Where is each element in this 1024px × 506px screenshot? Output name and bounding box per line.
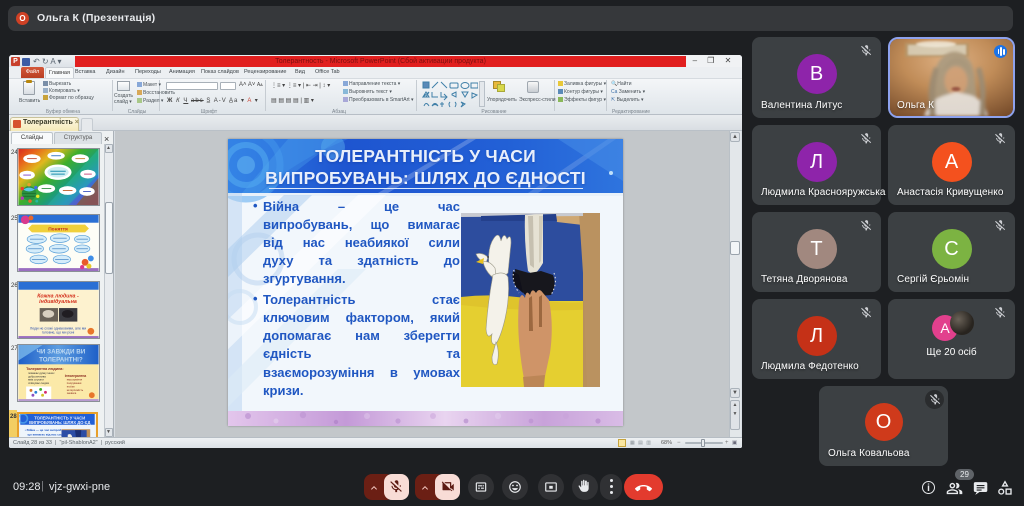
svg-text:співчуває людям: співчуває людям [28,381,49,385]
svg-text:ігнорування: ігнорування [67,381,82,385]
svg-text:індивідуальна: індивідуальна [39,299,77,305]
svg-text:нерозуміння: нерозуміння [67,378,83,382]
svg-text:ВИПРОБУВАНЬ: ШЛЯХ ДО ЄД: ВИПРОБУВАНЬ: ШЛЯХ ДО ЄД [29,420,90,425]
svg-text:ТОЛЕРАНТНІ?: ТОЛЕРАНТНІ? [39,356,83,363]
svg-text:егоїзм: егоїзм [67,384,75,388]
svg-text:Поняття: Поняття [48,226,68,232]
svg-text:нетерпимість: нетерпимість [67,388,84,392]
svg-text:зневага: зневага [67,392,77,395]
svg-text:Толерантна людина:: Толерантна людина: [26,367,63,371]
svg-text:головне, що ми різні: головне, що ми різні [42,331,75,335]
svg-text:поважає думку інших: поважає думку інших [28,371,55,375]
svg-text:вміє слухати: вміє слухати [28,378,44,382]
svg-text:Інтолерантна: Інтолерантна [65,374,87,378]
svg-text:доброзичлива: доброзичлива [28,374,46,378]
svg-text:що вимагає від нас сили: що вимагає від нас сили [27,433,64,437]
svg-text:ЧИ ЗАВЖДИ ВИ: ЧИ ЗАВЖДИ ВИ [37,349,86,356]
